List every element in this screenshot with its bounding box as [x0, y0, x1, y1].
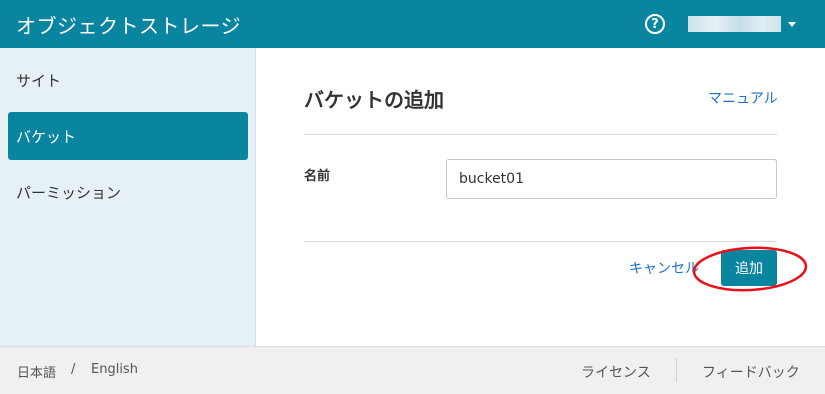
sidebar-item-label: パーミッション — [16, 183, 122, 202]
sidebar-item-permission[interactable]: パーミッション — [8, 168, 248, 216]
footer: 日本語 / English ライセンス フィードバック — [0, 346, 825, 394]
language-japanese-link[interactable]: 日本語 — [17, 362, 56, 381]
name-label: 名前 — [304, 169, 331, 184]
manual-link[interactable]: マニュアル — [708, 88, 778, 108]
sidebar: サイト バケット パーミッション — [0, 48, 256, 346]
feedback-link[interactable]: フィードバック — [702, 362, 800, 382]
sidebar-item-label: サイト — [16, 71, 62, 90]
footer-divider — [676, 358, 677, 382]
sidebar-item-site[interactable]: サイト — [8, 56, 248, 104]
title-divider — [304, 134, 777, 135]
add-button[interactable]: 追加 — [721, 250, 777, 286]
sidebar-item-label: バケット — [16, 127, 77, 146]
main-content: バケットの追加 マニュアル 名前 キャンセル 追加 — [256, 48, 825, 346]
app-header: オブジェクトストレージ ? — [0, 0, 825, 48]
language-english-link[interactable]: English — [91, 362, 138, 377]
sidebar-item-bucket[interactable]: バケット — [8, 112, 248, 160]
cancel-button[interactable]: キャンセル — [629, 258, 699, 278]
form-divider — [304, 241, 777, 242]
page-title: バケットの追加 — [304, 88, 444, 112]
question-circle-icon[interactable]: ? — [645, 14, 665, 34]
bucket-name-input[interactable] — [446, 159, 777, 199]
license-link[interactable]: ライセンス — [581, 362, 651, 382]
app-title: オブジェクトストレージ — [16, 13, 242, 38]
user-name[interactable] — [688, 16, 781, 32]
language-separator: / — [71, 362, 76, 377]
caret-down-icon[interactable] — [788, 21, 796, 27]
user-menu[interactable] — [688, 15, 796, 33]
